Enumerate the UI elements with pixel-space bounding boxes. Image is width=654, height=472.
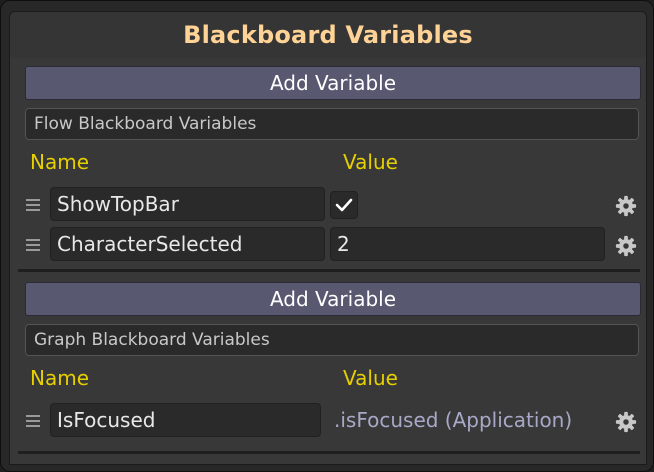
blackboard-panel: Blackboard Variables Add Variable Flow B…	[0, 0, 654, 472]
drag-handle-icon[interactable]	[26, 415, 40, 427]
graph-section-label: Graph Blackboard Variables	[25, 324, 639, 356]
graph-name-header: Name	[30, 366, 90, 390]
variable-name-field[interactable]: CharacterSelected	[50, 227, 325, 261]
panel-body: Add Variable Flow Blackboard Variables N…	[9, 58, 647, 465]
flow-section-label: Flow Blackboard Variables	[25, 108, 639, 140]
graph-value-header: Value	[343, 366, 398, 390]
drag-handle-icon[interactable]	[26, 199, 40, 211]
variable-name-field[interactable]: ShowTopBar	[50, 187, 325, 221]
section-divider	[18, 269, 640, 272]
flow-add-variable-button[interactable]: Add Variable	[25, 66, 641, 100]
checkmark-icon	[335, 198, 353, 212]
gear-icon[interactable]	[615, 235, 637, 257]
drag-handle-icon[interactable]	[26, 239, 40, 251]
flow-name-header: Name	[30, 150, 90, 174]
variable-name-field[interactable]: IsFocused	[50, 403, 321, 437]
variable-value-field[interactable]: 2	[330, 227, 605, 261]
gear-icon[interactable]	[615, 411, 637, 433]
flow-value-header: Value	[343, 150, 398, 174]
graph-add-variable-button[interactable]: Add Variable	[25, 282, 641, 316]
variable-value-checkbox[interactable]	[330, 191, 358, 219]
gear-icon[interactable]	[615, 195, 637, 217]
panel-title: Blackboard Variables	[9, 11, 647, 58]
section-divider	[18, 451, 640, 454]
variable-bound-value: .isFocused (Application)	[334, 408, 573, 432]
